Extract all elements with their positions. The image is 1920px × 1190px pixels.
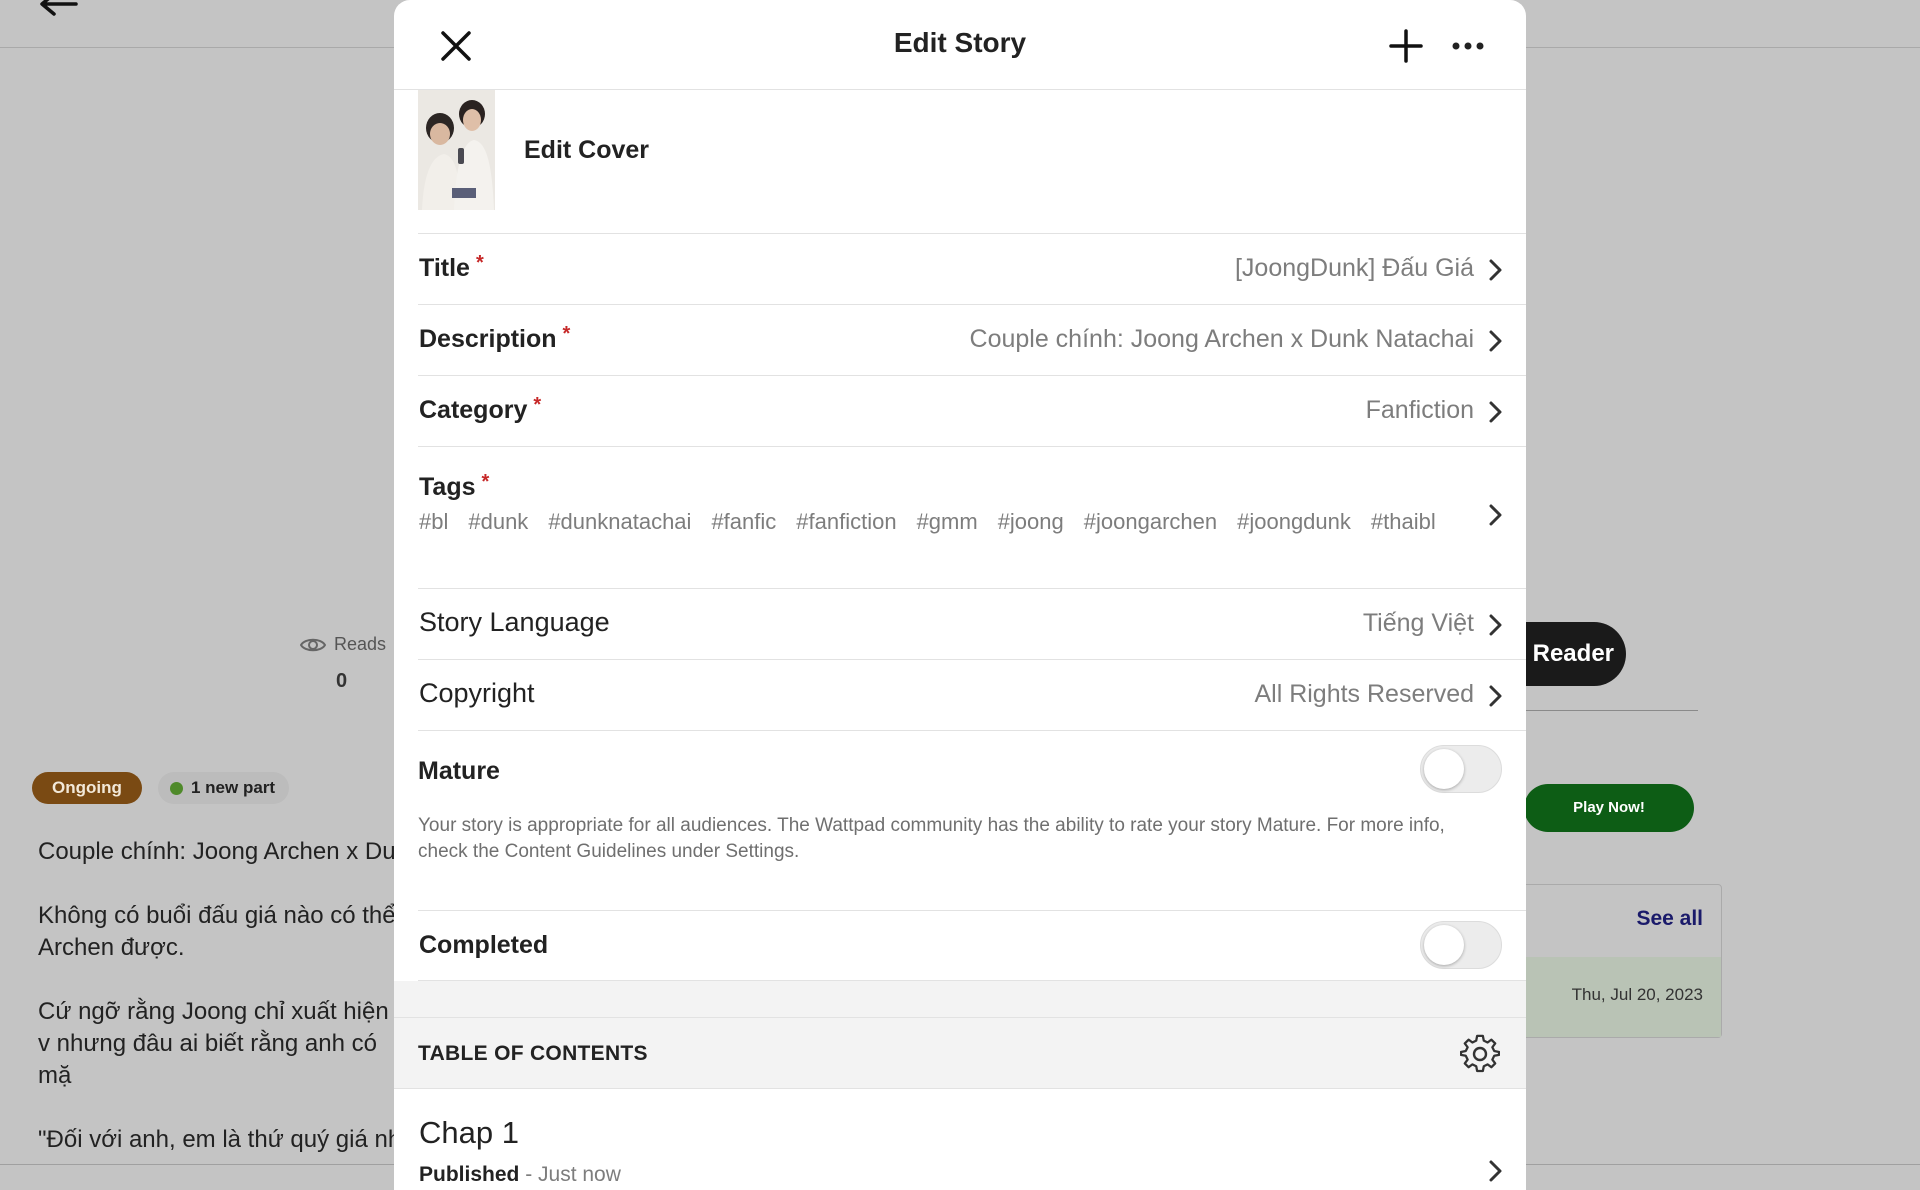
- description-paragraph: "Đối với anh, em là thứ quý giá nh: [38, 1126, 398, 1153]
- eye-icon: [300, 638, 326, 651]
- tags-field-row[interactable]: Tags * #bl #dunk #dunknatachai #fanfic #f…: [418, 447, 1526, 589]
- tag: #dunk: [468, 509, 529, 534]
- completed-label: Completed: [419, 931, 549, 959]
- description-paragraph: Không có buổi đấu giá nào có thể Archen …: [38, 902, 396, 961]
- card-date: Thu, Jul 20, 2023: [1571, 985, 1703, 1004]
- tags-field-label: Tags *: [419, 471, 490, 501]
- tag: #joongdunk: [1237, 509, 1351, 534]
- reads-stat: Reads: [300, 634, 386, 655]
- section-spacer: [394, 981, 1526, 1017]
- edit-cover-label[interactable]: Edit Cover: [524, 136, 649, 165]
- title-field-label: Title *: [419, 252, 484, 282]
- chevron-right-icon: [1489, 259, 1502, 281]
- table-of-contents-header: TABLE OF CONTENTS: [394, 1017, 1526, 1089]
- copyright-label: Copyright: [419, 678, 535, 708]
- description-paragraph: Cứ ngỡ rằng Joong chỉ xuất hiện v nhưng …: [38, 998, 389, 1089]
- mature-toggle[interactable]: [1420, 745, 1502, 793]
- edit-cover-row[interactable]: Edit Cover: [418, 90, 1526, 234]
- chevron-right-icon: [1489, 330, 1502, 352]
- modal-header: Edit Story: [394, 0, 1526, 90]
- ongoing-badge: Ongoing: [32, 772, 142, 804]
- chapter-published-label: Published: [419, 1163, 520, 1186]
- new-part-label: 1 new part: [191, 778, 276, 797]
- required-marker: *: [475, 252, 484, 274]
- chevron-right-icon: [1489, 504, 1502, 526]
- table-of-contents-title: TABLE OF CONTENTS: [418, 1042, 648, 1065]
- chapter-time: - Just now: [519, 1163, 621, 1186]
- cover-photo: [418, 90, 495, 210]
- reads-label: Reads: [334, 634, 387, 654]
- see-all-link[interactable]: See all: [1636, 907, 1703, 931]
- required-marker: *: [533, 394, 542, 416]
- tag: #fanfic: [711, 509, 777, 534]
- required-marker: *: [481, 471, 490, 493]
- story-language-row[interactable]: Story Language Tiếng Việt: [418, 589, 1526, 660]
- tag: #joongarchen: [1083, 509, 1218, 534]
- modal-title: Edit Story: [893, 27, 1027, 58]
- title-field-row[interactable]: Title * [JoongDunk] Đấu Giá: [418, 234, 1526, 305]
- tag: #gmm: [916, 509, 978, 534]
- new-part-badge: 1 new part: [158, 772, 290, 804]
- description-paragraph: Couple chính: Joong Archen x Dunk Natach…: [38, 838, 398, 865]
- gear-icon[interactable]: [1460, 1034, 1500, 1074]
- category-field-label: Category *: [419, 394, 542, 424]
- title-field-value: [JoongDunk] Đấu Giá: [1234, 254, 1474, 282]
- reads-count: 0: [336, 670, 348, 692]
- tag: #thaibl: [1370, 509, 1436, 534]
- story-language-value: Tiếng Việt: [1362, 609, 1474, 637]
- chapter-row[interactable]: Chap 1 Published - Just now: [418, 1089, 1526, 1190]
- completed-toggle[interactable]: [1420, 921, 1502, 969]
- story-cover-image[interactable]: [418, 90, 495, 210]
- chevron-right-icon: [1489, 685, 1502, 707]
- category-field-value: Fanfiction: [1365, 396, 1474, 424]
- chevron-right-icon: [1489, 614, 1502, 636]
- copyright-value: All Rights Reserved: [1254, 680, 1474, 708]
- toggle-knob: [1424, 749, 1464, 789]
- plus-icon: [1389, 29, 1423, 63]
- back-arrow-icon[interactable]: [36, 0, 80, 30]
- more-options-button[interactable]: [1444, 22, 1492, 70]
- mature-label: Mature: [418, 757, 500, 785]
- tag: #dunknatachai: [548, 509, 692, 534]
- completed-row: Completed: [418, 911, 1526, 981]
- tag: #fanfiction: [796, 509, 897, 534]
- mature-row: Mature Your story is appropriate for all…: [418, 731, 1526, 911]
- background-description: Couple chính: Joong Archen x Dunk Natach…: [38, 836, 398, 1188]
- add-button[interactable]: [1382, 22, 1430, 70]
- chapter-status: Published - Just now: [419, 1163, 621, 1187]
- mature-description: Your story is appropriate for all audien…: [418, 815, 1445, 862]
- description-field-label: Description *: [419, 323, 571, 353]
- description-field-row[interactable]: Description * Couple chính: Joong Archen …: [418, 305, 1526, 376]
- more-horizontal-icon: [1452, 42, 1484, 50]
- play-now-button[interactable]: Play Now!: [1524, 784, 1694, 832]
- tag: #joong: [997, 509, 1064, 534]
- description-field-value: Couple chính: Joong Archen x Dunk Natach…: [969, 325, 1474, 353]
- chevron-right-icon: [1489, 401, 1502, 423]
- edit-story-modal: Edit Story Edit Cover Title * [JoongDunk…: [394, 0, 1526, 1190]
- chevron-right-icon: [1489, 1160, 1502, 1182]
- story-language-label: Story Language: [419, 607, 610, 637]
- chapter-title: Chap 1: [419, 1115, 519, 1150]
- toggle-knob: [1424, 925, 1464, 965]
- tags-list: #bl #dunk #dunknatachai #fanfic #fanfict…: [419, 509, 1436, 535]
- copyright-row[interactable]: Copyright All Rights Reserved: [418, 660, 1526, 731]
- category-field-row[interactable]: Category * Fanfiction: [418, 376, 1526, 447]
- divider: [1500, 710, 1698, 711]
- required-marker: *: [562, 323, 571, 345]
- tag: #bl: [419, 509, 449, 534]
- new-part-dot-icon: [170, 781, 183, 795]
